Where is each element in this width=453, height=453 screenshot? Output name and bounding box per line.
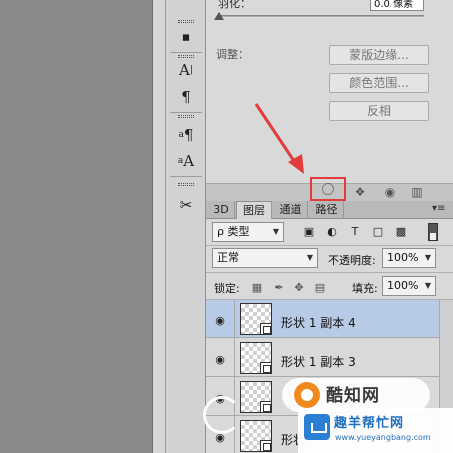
color-range-button[interactable]: 颜色范围... [329, 73, 429, 93]
invert-button[interactable]: 反相 [329, 101, 429, 121]
blend-mode-select[interactable]: 正常 ▼ [212, 248, 318, 268]
eye-icon[interactable]: ◉ [212, 353, 228, 366]
stamp-icon[interactable]: ⏹ [174, 26, 198, 48]
pixel-filter-icon[interactable]: ▣ [302, 224, 316, 238]
paragraph-icon[interactable]: ¶ [174, 86, 198, 108]
smart-object-filter-icon[interactable]: ▩ [394, 224, 408, 238]
eye-column-divider [234, 300, 235, 453]
divider [206, 245, 453, 246]
adjust-label: 调整： [216, 48, 249, 61]
paragraph-style-icon[interactable]: a ¶ [174, 124, 198, 146]
layer-thumbnail[interactable] [240, 303, 272, 335]
opacity-label: 不透明度: [328, 254, 376, 267]
shape-badge-icon [260, 440, 272, 452]
watermark-site-icon [304, 414, 330, 440]
adjustment-filter-icon[interactable]: ◐ [325, 224, 339, 238]
grip-handle[interactable] [178, 115, 194, 118]
chevron-down-icon: ▼ [306, 253, 313, 262]
chevron-down-icon: ▼ [424, 281, 431, 290]
tools-icon[interactable]: ✂ [174, 194, 198, 216]
lock-label: 锁定: [214, 282, 240, 295]
shape-badge-icon [260, 401, 272, 413]
collapsed-panel-strip: ⏹ A | ¶ a ¶ aA ✂ [166, 0, 206, 453]
watermark-swirl [203, 396, 241, 434]
layer-name[interactable]: 形状 1 副本 3 [281, 353, 356, 370]
fill-input[interactable]: 100% ▼ [382, 276, 436, 296]
fill-label: 填充: [352, 282, 378, 295]
character-icon[interactable]: A | [174, 59, 198, 81]
chevron-down-icon: ▼ [272, 227, 279, 236]
layer-thumbnail[interactable] [240, 342, 272, 374]
feather-slider-track[interactable] [218, 15, 424, 17]
type-filter-icon[interactable]: T [348, 224, 362, 238]
filter-kind-label: ρ 类型 [217, 225, 250, 238]
lock-position-icon[interactable]: ✥ [292, 280, 306, 294]
feather-input[interactable]: 0.0 像素 [370, 0, 424, 11]
lock-transparent-icon[interactable]: ▦ [250, 280, 264, 294]
panel-menu-icon[interactable]: ▾≡ [432, 203, 445, 214]
filter-kind-select[interactable]: ρ 类型 ▼ [212, 222, 284, 242]
fill-value: 100% [387, 279, 419, 292]
apply-mask-icon[interactable]: ❖ [348, 183, 372, 201]
divider [170, 176, 202, 177]
chevron-down-icon: ▼ [424, 253, 431, 262]
highlight-box [310, 177, 346, 201]
lock-pixels-icon[interactable]: ✒ [272, 280, 286, 294]
layer-thumbnail[interactable] [240, 381, 272, 413]
watermark-brand: 酷知网 [326, 386, 380, 406]
feather-label: 羽化： [218, 0, 251, 10]
divider [170, 112, 202, 113]
layer-thumbnail[interactable] [240, 420, 272, 452]
tab-paths[interactable]: 路径 [310, 201, 344, 219]
opacity-value: 100% [387, 251, 419, 264]
filter-toggle-switch[interactable] [428, 223, 438, 241]
grip-handle[interactable] [178, 55, 194, 58]
trash-icon[interactable]: ▥ [405, 183, 429, 201]
shape-badge-icon [260, 362, 272, 374]
shape-filter-icon[interactable]: □ [371, 224, 385, 238]
tab-channels[interactable]: 通道 [274, 201, 308, 219]
character-style-icon[interactable]: aA [174, 150, 198, 172]
divider [170, 52, 202, 53]
eye-icon[interactable]: ◉ [212, 314, 228, 327]
grip-handle[interactable] [178, 20, 194, 23]
watermark-site-name: 趣羊帮忙网 [334, 416, 405, 431]
mask-edge-button[interactable]: 蒙版边缘... [329, 45, 429, 65]
eye-toggle-icon[interactable]: ◉ [378, 183, 402, 201]
feather-slider-thumb[interactable] [214, 12, 224, 20]
opacity-input[interactable]: 100% ▼ [382, 248, 436, 268]
shape-badge-icon [260, 323, 272, 335]
grip-handle[interactable] [178, 183, 194, 186]
watermark-site-url: www.yueyangbang.com [335, 433, 431, 442]
lock-all-icon[interactable]: ▤ [313, 280, 327, 294]
blend-mode-value: 正常 [217, 251, 239, 264]
document-canvas[interactable] [0, 0, 152, 453]
layer-name[interactable]: 形状 1 副本 4 [281, 314, 356, 331]
tab-3d[interactable]: 3D [208, 201, 235, 219]
panel-dock-edge [152, 0, 166, 453]
divider [206, 272, 453, 273]
annotation-arrow [254, 103, 304, 174]
watermark-logo-icon [294, 382, 320, 408]
tab-layers[interactable]: 图层 [236, 201, 272, 219]
